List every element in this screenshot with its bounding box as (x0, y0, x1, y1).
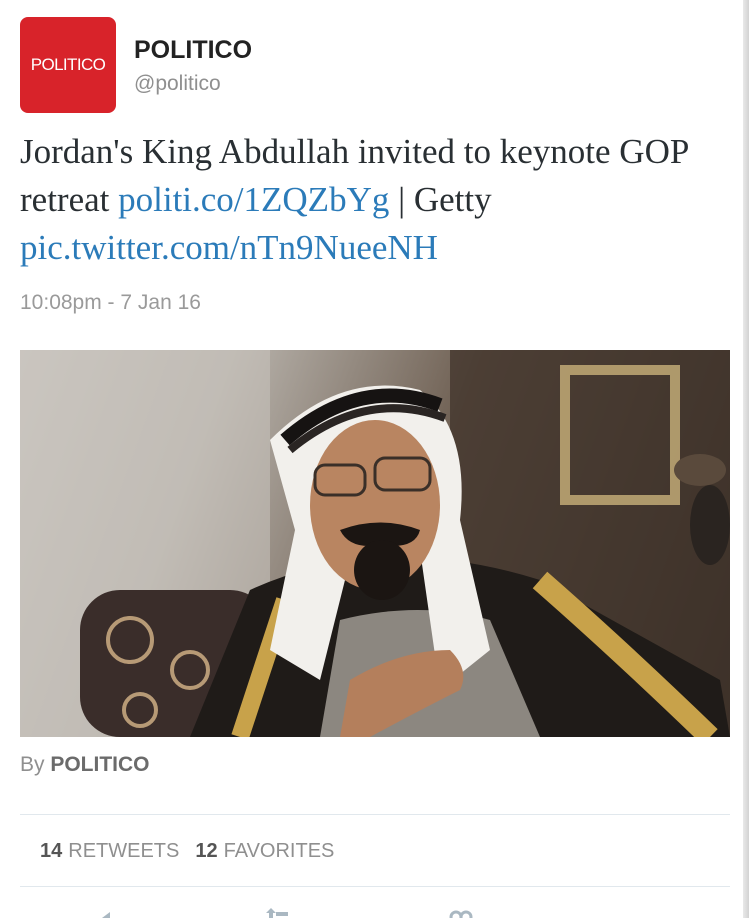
user-handle[interactable]: @politico (134, 72, 221, 96)
divider (20, 886, 730, 887)
byline-source[interactable]: POLITICO (50, 753, 149, 776)
tweet-text-middle: | Getty (389, 180, 492, 219)
favorites-count: 12 (195, 840, 218, 862)
avatar[interactable]: POLITICO (20, 17, 116, 113)
retweets-label: RETWEETS (68, 840, 180, 862)
reply-icon[interactable] (98, 900, 124, 918)
timestamp[interactable]: 10:08pm - 7 Jan 16 (20, 291, 201, 315)
retweet-icon[interactable] (264, 900, 290, 918)
byline: By POLITICO (20, 753, 150, 777)
shortlink[interactable]: politi.co/1ZQZbYg (118, 180, 389, 219)
retweets-stat[interactable]: 14 RETWEETS (40, 840, 179, 863)
avatar-logo-text: POLITICO (30, 55, 106, 74)
divider (20, 814, 730, 815)
photo-illustration (20, 350, 730, 737)
retweets-count: 14 (40, 840, 63, 862)
favorites-label: FAVORITES (223, 840, 335, 862)
tweet-text: Jordan's King Abdullah invited to keynot… (20, 128, 730, 272)
engagement-stats: 14 RETWEETS 12 FAVORITES (40, 840, 334, 863)
scroll-edge (743, 0, 749, 918)
byline-prefix: By (20, 753, 51, 776)
favorites-stat[interactable]: 12 FAVORITES (195, 840, 334, 863)
favorite-icon[interactable] (448, 900, 474, 918)
display-name[interactable]: POLITICO (134, 36, 252, 65)
pic-link[interactable]: pic.twitter.com/nTn9NueeNH (20, 228, 438, 267)
tweet-card: POLITICO POLITICO @politico Jordan's Kin… (0, 0, 749, 918)
tweet-photo[interactable] (20, 350, 730, 737)
